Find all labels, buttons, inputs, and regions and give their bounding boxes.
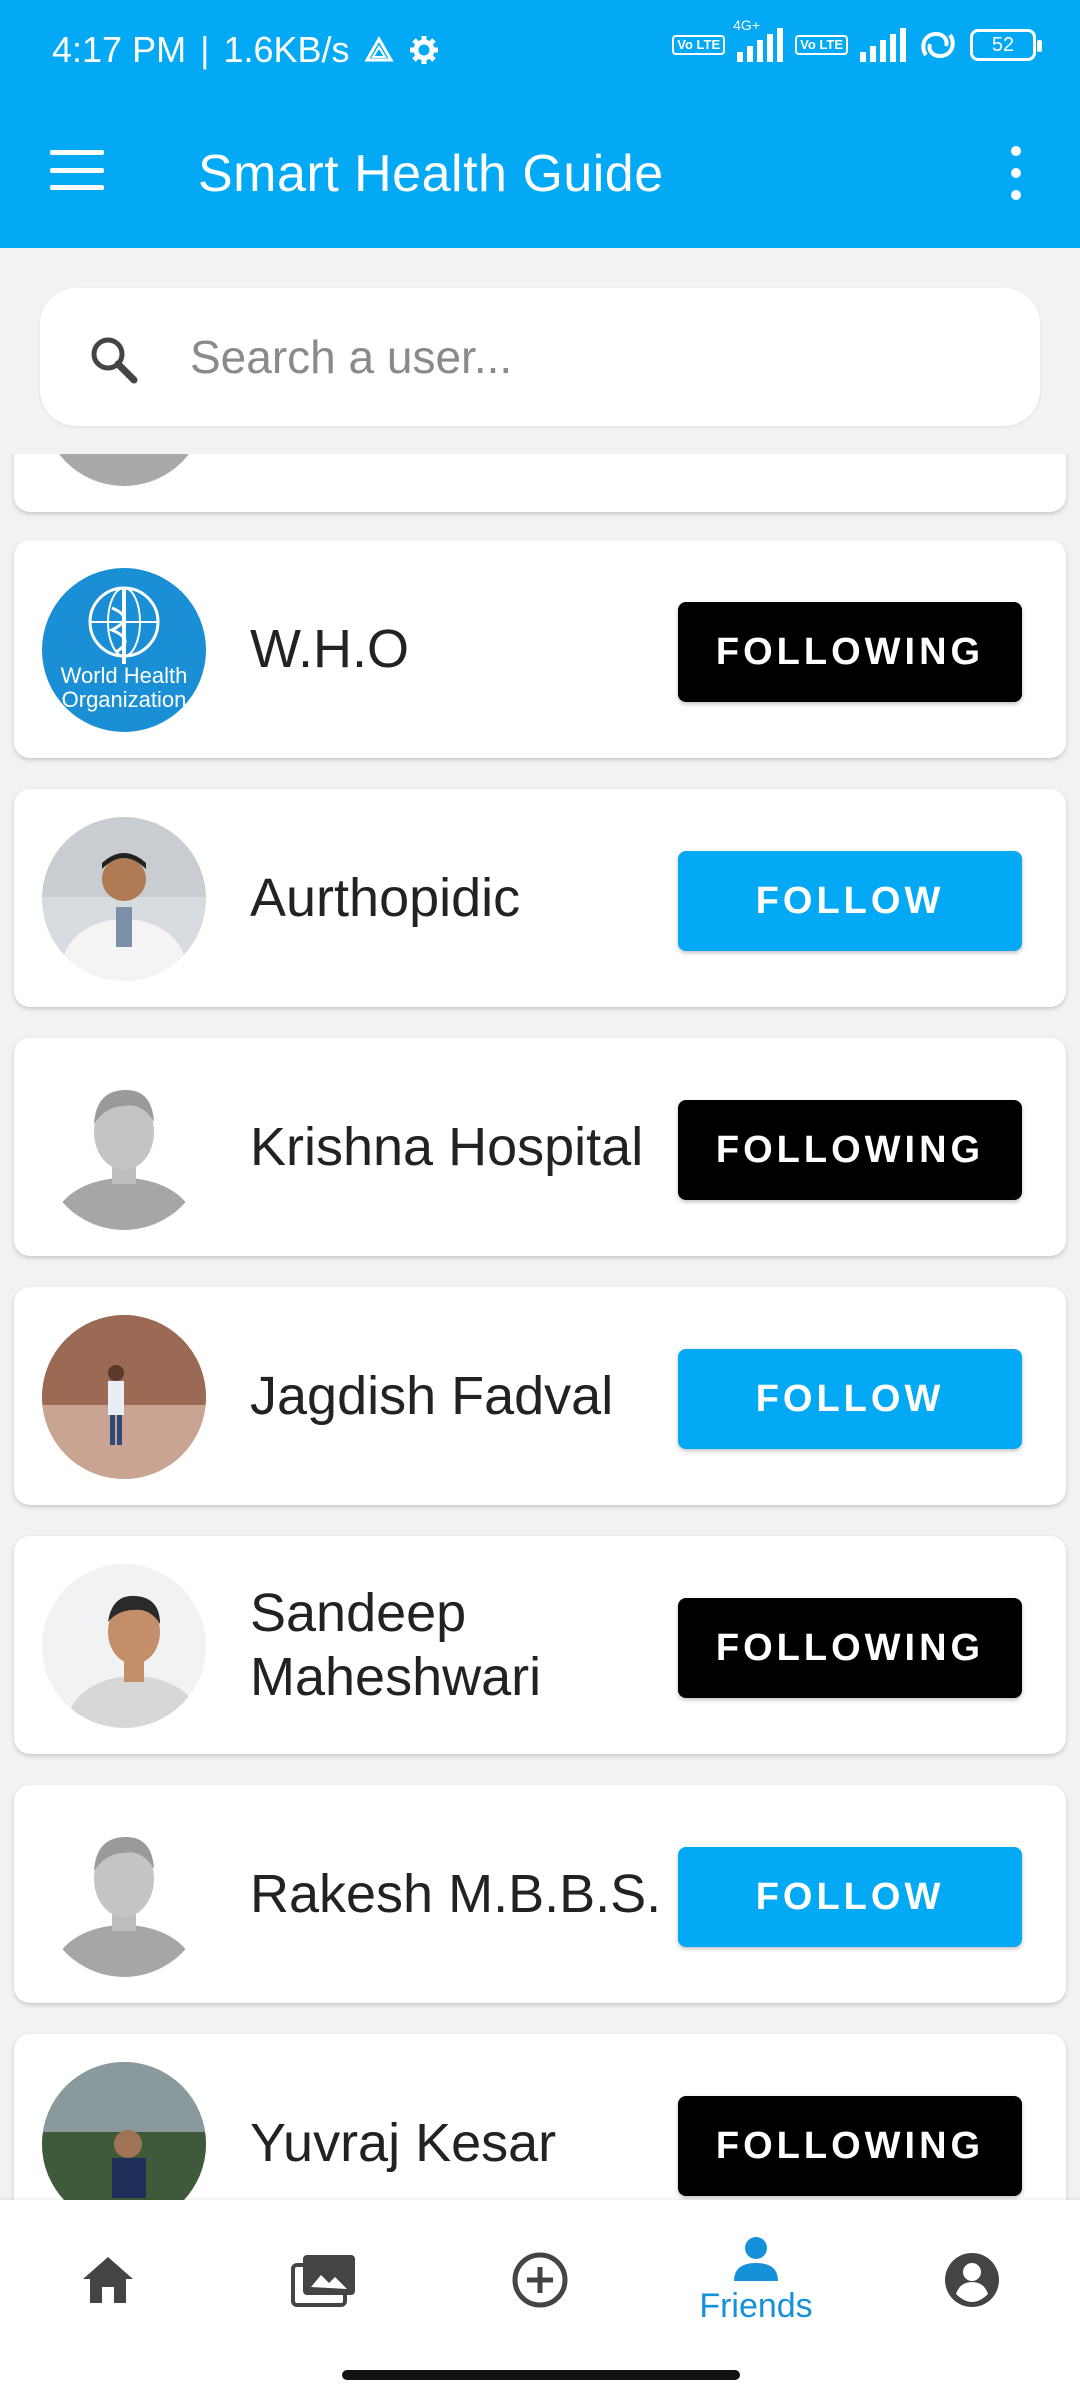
drive-icon bbox=[363, 36, 394, 62]
avatar-photo bbox=[42, 1564, 206, 1728]
avatar-photo bbox=[42, 817, 206, 981]
user-name: Rakesh M.B.B.S. bbox=[250, 1864, 662, 1924]
user-card[interactable]: Yuvraj Kesar FOLLOWING bbox=[14, 2034, 1066, 2200]
avatar-photo bbox=[42, 2062, 206, 2200]
user-name: Aurthopidic bbox=[250, 868, 521, 928]
avatar-placeholder bbox=[42, 1813, 206, 1977]
battery-icon: 52 bbox=[970, 29, 1042, 61]
status-time: 4:17 PM bbox=[52, 29, 187, 70]
following-button[interactable]: FOLLOWING bbox=[678, 602, 1022, 702]
follow-button[interactable]: FOLLOW bbox=[678, 1349, 1022, 1449]
add-circle-icon bbox=[512, 2252, 568, 2308]
more-vert-icon bbox=[1011, 146, 1021, 156]
user-card[interactable]: Aurthopidic FOLLOW bbox=[14, 789, 1066, 1007]
user-name: Krishna Hospital bbox=[250, 1117, 644, 1177]
user-list[interactable]: World Health Organization W.H.O FOLLOWIN… bbox=[0, 454, 1080, 2200]
avatar-placeholder bbox=[42, 1066, 206, 1230]
more-options-button[interactable] bbox=[1006, 146, 1026, 200]
hotspot-icon bbox=[921, 31, 955, 59]
follow-button[interactable]: FOLLOW bbox=[678, 851, 1022, 951]
user-card-partial bbox=[14, 454, 1066, 512]
following-button[interactable]: FOLLOWING bbox=[678, 2096, 1022, 2196]
app-bar: Smart Health Guide bbox=[0, 100, 1080, 248]
network-type: 4G+ bbox=[733, 17, 760, 33]
home-icon bbox=[83, 2257, 133, 2303]
user-name: W.H.O bbox=[250, 619, 409, 679]
user-name: Jagdish Fadval bbox=[250, 1366, 614, 1426]
volte-badge: Vo LTE bbox=[672, 35, 726, 55]
account-icon bbox=[945, 2253, 999, 2307]
user-name: Sandeep Maheshwari bbox=[250, 1583, 542, 1707]
volte-badge-2: Vo LTE bbox=[795, 35, 848, 55]
menu-button[interactable] bbox=[50, 150, 104, 190]
nav-friends-label: Friends bbox=[699, 2286, 813, 2325]
photos-icon bbox=[291, 2255, 355, 2307]
avatar-photo bbox=[42, 1315, 206, 1479]
battery-level: 52 bbox=[991, 33, 1015, 56]
nav-account[interactable] bbox=[864, 2200, 1080, 2360]
user-card[interactable]: Sandeep Maheshwari FOLLOWING bbox=[14, 1536, 1066, 1754]
page-title: Smart Health Guide bbox=[198, 145, 664, 203]
search-input[interactable] bbox=[190, 324, 990, 390]
following-button[interactable]: FOLLOWING bbox=[678, 1598, 1022, 1698]
user-card[interactable]: Rakesh M.B.B.S. FOLLOW bbox=[14, 1785, 1066, 2003]
status-net-speed: 1.6KB/s bbox=[223, 29, 350, 70]
friends-icon bbox=[734, 2236, 778, 2281]
follow-button[interactable]: FOLLOW bbox=[678, 1847, 1022, 1947]
signal-icon-2 bbox=[860, 28, 906, 62]
avatar bbox=[42, 454, 206, 486]
search-icon bbox=[91, 337, 138, 384]
user-name: Yuvraj Kesar bbox=[250, 2113, 557, 2173]
nav-friends[interactable]: Friends bbox=[648, 2200, 864, 2360]
status-bar: 4:17 PM | 1.6KB/s Vo LTE 4G+ Vo LTE 52 bbox=[0, 0, 1080, 100]
user-card[interactable]: World Health Organization W.H.O FOLLOWIN… bbox=[14, 540, 1066, 758]
nav-add[interactable] bbox=[432, 2200, 648, 2360]
settings-icon bbox=[409, 36, 438, 64]
user-card[interactable]: Krishna Hospital FOLLOWING bbox=[14, 1038, 1066, 1256]
nav-photos[interactable] bbox=[216, 2200, 432, 2360]
search-bar[interactable] bbox=[40, 288, 1040, 426]
avatar-who-logo: World Health Organization bbox=[42, 568, 206, 732]
user-card[interactable]: Jagdish Fadval FOLLOW bbox=[14, 1287, 1066, 1505]
nav-home[interactable] bbox=[0, 2200, 216, 2360]
signal-icon: 4G+ bbox=[733, 18, 784, 62]
top-bar: 4:17 PM | 1.6KB/s Vo LTE 4G+ Vo LTE 52 S… bbox=[0, 0, 1080, 248]
who-logo-text: World Health Organization bbox=[60, 663, 188, 712]
home-indicator[interactable] bbox=[342, 2370, 740, 2380]
following-button[interactable]: FOLLOWING bbox=[678, 1100, 1022, 1200]
menu-icon bbox=[50, 150, 104, 155]
